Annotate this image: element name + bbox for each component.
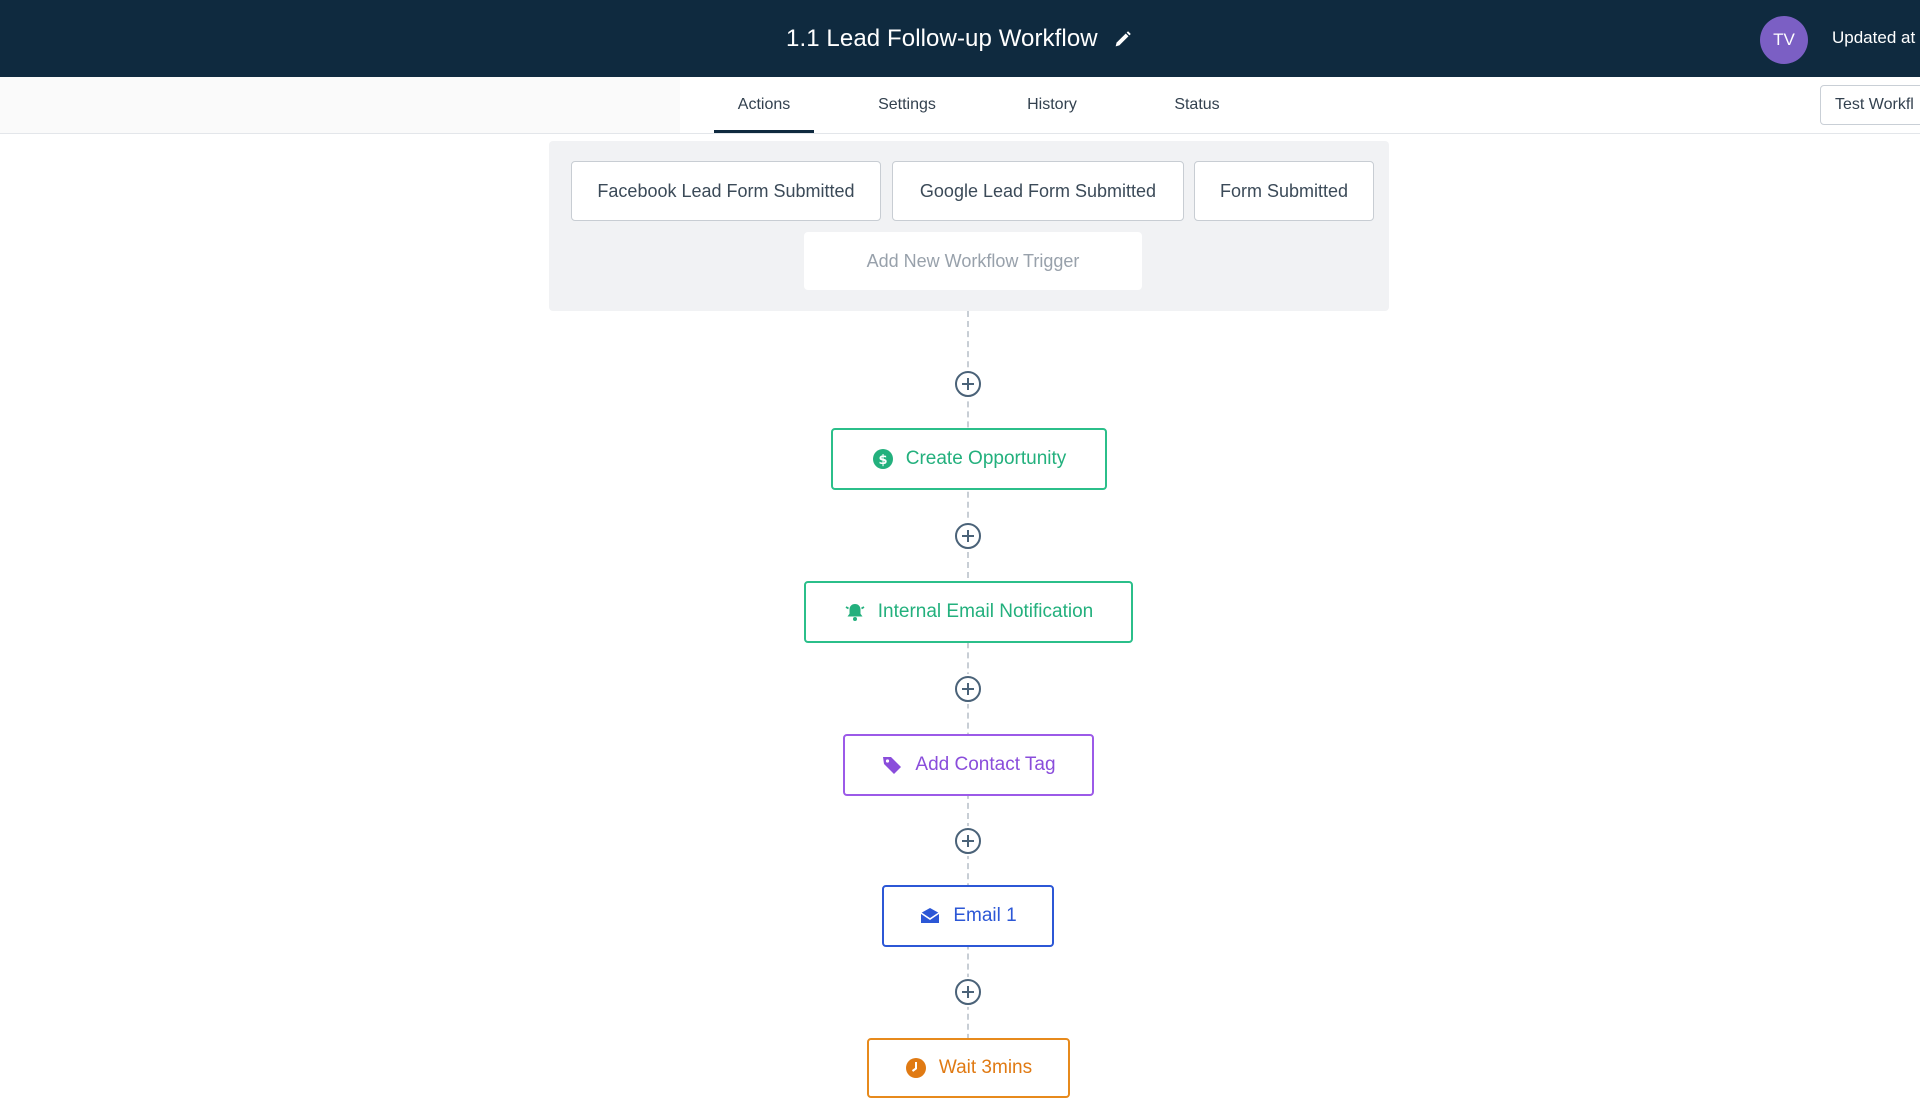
add-action-icon[interactable]	[953, 369, 983, 399]
action-label: Internal Email Notification	[877, 601, 1094, 622]
clock-icon	[905, 1057, 927, 1079]
tabs-bar-shade	[0, 77, 680, 133]
workflow-title: 1.1 Lead Follow-up Workflow	[786, 25, 1098, 52]
bell-icon	[844, 601, 866, 623]
tab-actions[interactable]: Actions	[676, 77, 852, 133]
pencil-icon[interactable]	[1112, 28, 1134, 50]
tag-icon	[881, 754, 903, 776]
add-action-icon[interactable]	[953, 826, 983, 856]
action-wait-3mins[interactable]: Wait 3mins	[867, 1038, 1070, 1098]
action-label: Wait 3mins	[938, 1057, 1033, 1078]
updated-at-text: Updated at	[1832, 28, 1916, 47]
tabs-bar: Actions Settings History Status Test Wor…	[0, 77, 1920, 134]
trigger-form-submitted[interactable]: Form Submitted	[1194, 161, 1374, 221]
action-create-opportunity[interactable]: $ Create Opportunity	[831, 428, 1107, 490]
add-action-icon[interactable]	[953, 521, 983, 551]
title-group: 1.1 Lead Follow-up Workflow	[786, 22, 1134, 56]
trigger-facebook-lead-form[interactable]: Facebook Lead Form Submitted	[571, 161, 881, 221]
top-header: 1.1 Lead Follow-up Workflow TV Updated a…	[0, 0, 1920, 77]
tab-history[interactable]: History	[962, 77, 1142, 133]
action-label: Email 1	[953, 905, 1017, 926]
trigger-panel: Facebook Lead Form Submitted Google Lead…	[549, 141, 1389, 311]
action-add-contact-tag[interactable]: Add Contact Tag	[843, 734, 1094, 796]
action-label: Add Contact Tag	[915, 754, 1056, 775]
add-action-icon[interactable]	[953, 977, 983, 1007]
action-label: Create Opportunity	[905, 448, 1067, 469]
svg-text:$: $	[878, 453, 887, 468]
add-action-icon[interactable]	[953, 674, 983, 704]
test-workflow-button[interactable]: Test Workfl	[1820, 85, 1920, 125]
tab-status[interactable]: Status	[1142, 77, 1252, 133]
add-workflow-trigger-button[interactable]: Add New Workflow Trigger	[804, 232, 1142, 290]
action-email-1[interactable]: Email 1	[882, 885, 1054, 947]
avatar[interactable]: TV	[1760, 16, 1808, 64]
action-internal-email-notification[interactable]: Internal Email Notification	[804, 581, 1133, 643]
tab-settings[interactable]: Settings	[852, 77, 962, 133]
dollar-icon: $	[872, 448, 894, 470]
email-icon	[919, 905, 941, 927]
tab-list: Actions Settings History Status	[676, 77, 1252, 133]
trigger-google-lead-form[interactable]: Google Lead Form Submitted	[892, 161, 1184, 221]
